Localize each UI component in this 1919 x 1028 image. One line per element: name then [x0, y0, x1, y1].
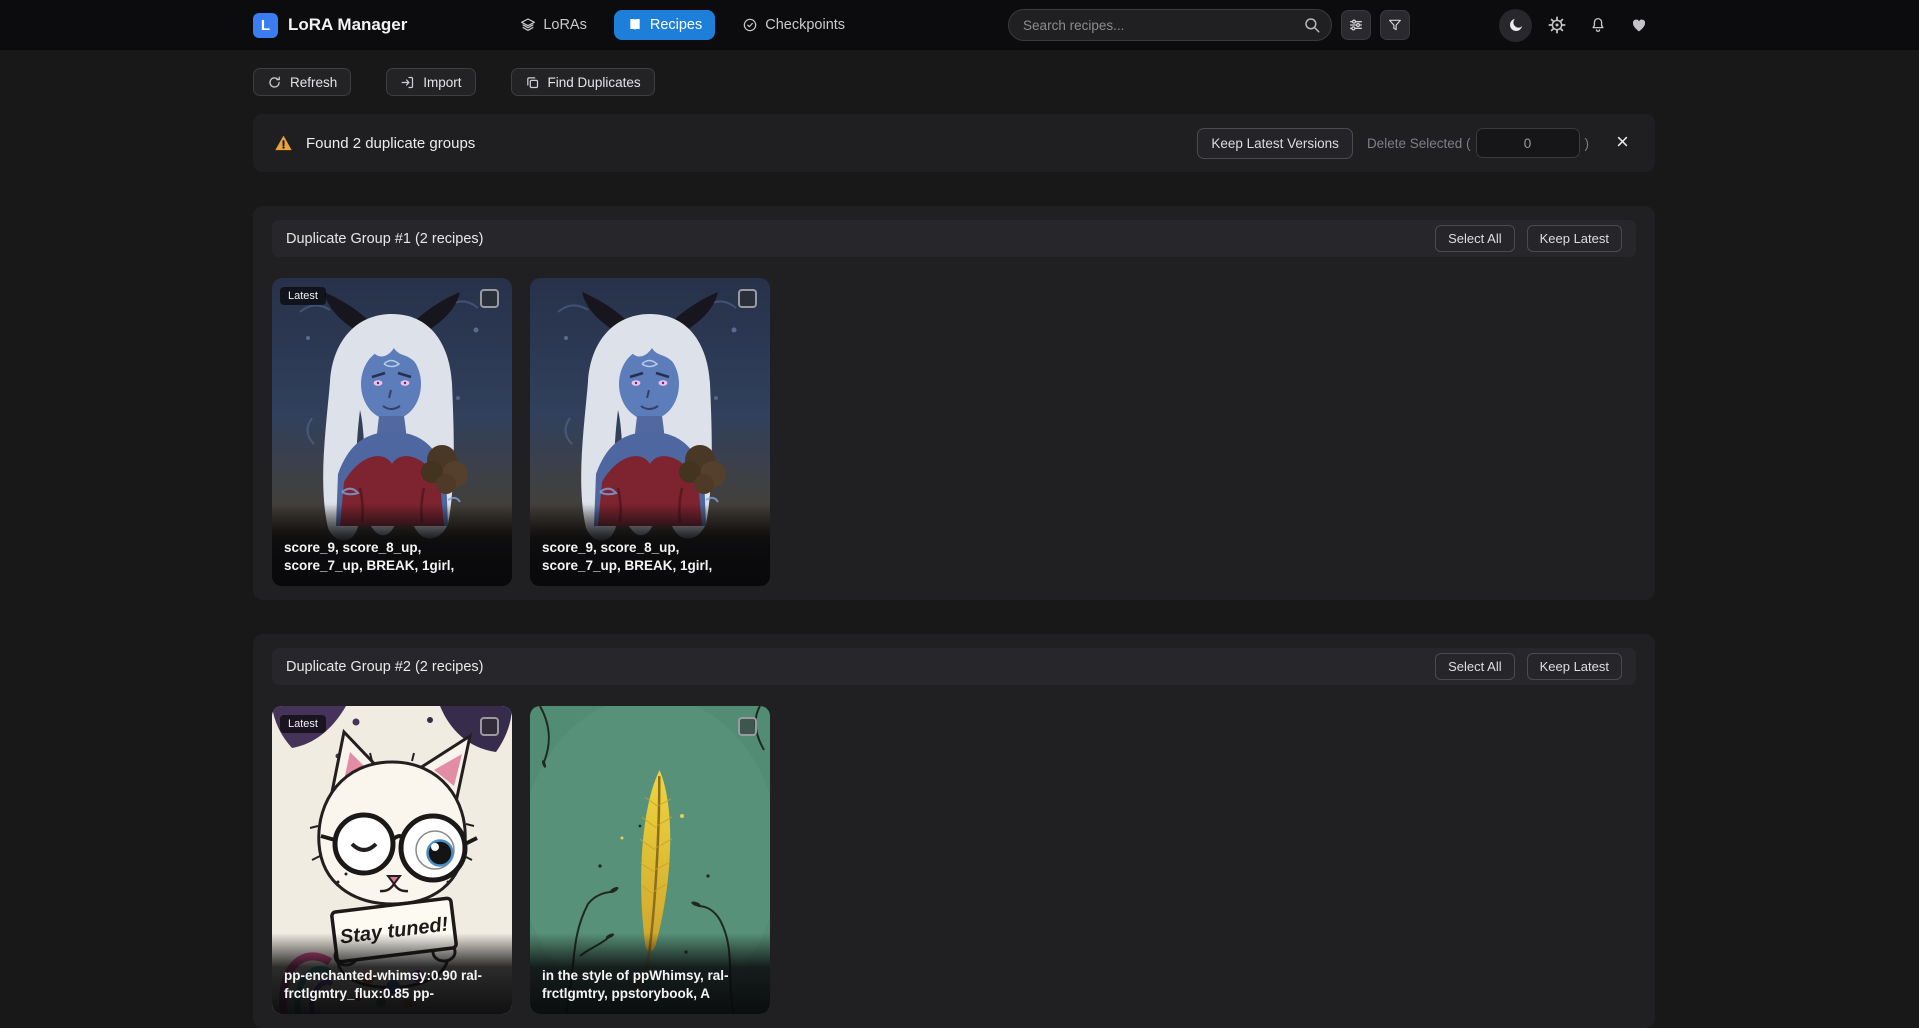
funnel-icon [1387, 17, 1403, 33]
alert-message: Found 2 duplicate groups [306, 135, 475, 152]
recipe-caption: score_9, score_8_up, score_7_up, BREAK, … [272, 505, 512, 586]
sliders-icon [1348, 17, 1364, 33]
import-label: Import [423, 75, 461, 90]
notifications-button[interactable] [1581, 9, 1614, 42]
latest-badge: Latest [280, 287, 326, 305]
recipe-caption: in the style of ppWhimsy, ral-frctlgmtry… [530, 933, 770, 1014]
delete-selected-group: Delete Selected ( ) [1367, 128, 1589, 158]
recipe-card[interactable]: score_9, score_8_up, score_7_up, BREAK, … [530, 278, 770, 586]
recipe-card[interactable]: Stay tuned! Latest pp-enchanted-whimsy:0… [272, 706, 512, 1014]
group-header: Duplicate Group #1 (2 recipes) Select Al… [272, 220, 1636, 257]
tab-recipes[interactable]: Recipes [614, 10, 715, 40]
sort-options-button[interactable] [1341, 10, 1371, 40]
search-icon [1303, 16, 1321, 34]
latest-badge: Latest [280, 715, 326, 733]
theme-toggle-button[interactable] [1499, 9, 1532, 42]
recipe-select-checkbox[interactable] [480, 289, 499, 308]
tab-checkpoints[interactable]: Checkpoints [729, 10, 858, 40]
select-all-button[interactable]: Select All [1435, 225, 1514, 252]
support-button[interactable] [1622, 9, 1655, 42]
duplicates-alert-banner: Found 2 duplicate groups Keep Latest Ver… [253, 114, 1655, 172]
check-circle-icon [742, 17, 758, 33]
group-title: Duplicate Group #2 (2 recipes) [286, 659, 483, 675]
filter-button[interactable] [1380, 10, 1410, 40]
alert-close-button[interactable] [1609, 130, 1635, 156]
keep-latest-button[interactable]: Keep Latest [1527, 225, 1622, 252]
find-duplicates-label: Find Duplicates [548, 75, 641, 90]
toolbar: Refresh Import Find Duplicates [253, 68, 1655, 96]
tab-loras[interactable]: LoRAs [507, 10, 600, 40]
app-title: LoRA Manager [288, 15, 407, 35]
heart-icon [1630, 16, 1648, 34]
nav-actions [1499, 9, 1655, 42]
find-duplicates-button[interactable]: Find Duplicates [511, 68, 655, 96]
delete-count-input[interactable] [1476, 128, 1580, 158]
settings-button[interactable] [1540, 9, 1573, 42]
group-actions: Select All Keep Latest [1435, 225, 1622, 252]
keep-latest-button[interactable]: Keep Latest [1527, 653, 1622, 680]
tab-label: LoRAs [543, 17, 587, 33]
main-content: Refresh Import Find Duplicates Found 2 d… [253, 68, 1655, 1028]
search-input[interactable] [1008, 9, 1332, 41]
group-title: Duplicate Group #1 (2 recipes) [286, 231, 483, 247]
refresh-button[interactable]: Refresh [253, 68, 351, 96]
delete-selected-label-suffix: ) [1585, 136, 1590, 151]
refresh-label: Refresh [290, 75, 337, 90]
keep-latest-versions-button[interactable]: Keep Latest Versions [1197, 128, 1353, 159]
cards-row: Stay tuned! Latest pp-enchanted-whimsy:0… [272, 706, 1636, 1014]
recipe-select-checkbox[interactable] [738, 289, 757, 308]
recipe-caption: score_9, score_8_up, score_7_up, BREAK, … [530, 505, 770, 586]
warning-icon [273, 133, 294, 154]
duplicate-group-2: Duplicate Group #2 (2 recipes) Select Al… [253, 634, 1655, 1028]
group-actions: Select All Keep Latest [1435, 653, 1622, 680]
moon-icon [1507, 16, 1525, 34]
search-zone [1008, 9, 1410, 41]
gear-icon [1548, 16, 1566, 34]
tab-label: Recipes [650, 17, 702, 33]
group-header: Duplicate Group #2 (2 recipes) Select Al… [272, 648, 1636, 685]
cards-row: Latest score_9, score_8_up, score_7_up, … [272, 278, 1636, 586]
import-icon [400, 75, 415, 90]
recipe-select-checkbox[interactable] [738, 717, 757, 736]
book-icon [627, 17, 643, 33]
copy-icon [525, 75, 540, 90]
bell-icon [1589, 16, 1607, 34]
app-logo-icon: L [253, 13, 278, 38]
top-navbar: L LoRA Manager LoRAs Recipes Checkpoints [0, 0, 1919, 50]
refresh-icon [267, 75, 282, 90]
app-brand: L LoRA Manager [253, 13, 407, 38]
alert-actions: Keep Latest Versions Delete Selected ( ) [1197, 128, 1635, 159]
import-button[interactable]: Import [386, 68, 475, 96]
tab-label: Checkpoints [765, 17, 845, 33]
recipe-caption: pp-enchanted-whimsy:0.90 ral-frctlgmtry_… [272, 933, 512, 1014]
recipe-card[interactable]: Latest score_9, score_8_up, score_7_up, … [272, 278, 512, 586]
main-nav: LoRAs Recipes Checkpoints [507, 10, 858, 40]
close-icon [1614, 133, 1631, 150]
select-all-button[interactable]: Select All [1435, 653, 1514, 680]
search-box [1008, 9, 1332, 41]
recipe-card[interactable]: in the style of ppWhimsy, ral-frctlgmtry… [530, 706, 770, 1014]
layers-icon [520, 17, 536, 33]
duplicate-group-1: Duplicate Group #1 (2 recipes) Select Al… [253, 206, 1655, 600]
delete-selected-label-prefix: Delete Selected ( [1367, 136, 1471, 151]
recipe-select-checkbox[interactable] [480, 717, 499, 736]
